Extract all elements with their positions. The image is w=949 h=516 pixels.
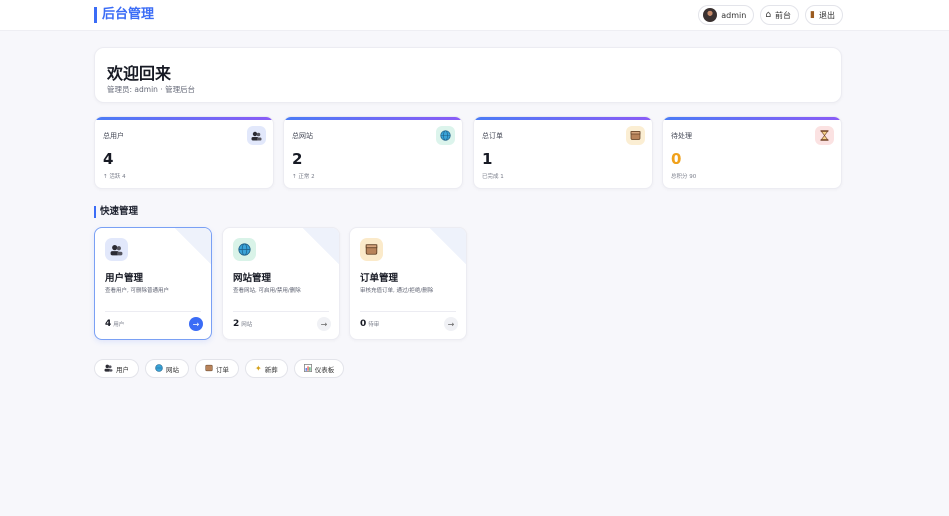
chip-label: 用户 bbox=[116, 365, 129, 374]
quick-card-title: 网站管理 bbox=[233, 273, 272, 284]
quick-card-users[interactable]: 用户管理 查看用户, 可删除普通用户 4 用户 → bbox=[94, 227, 212, 340]
hourglass-icon bbox=[815, 126, 834, 145]
chip-label: 订单 bbox=[216, 365, 229, 374]
stat-card-orders: 总订单 1 已完成 1 bbox=[473, 116, 653, 189]
chip-orders[interactable]: 订单 bbox=[195, 359, 239, 378]
avatar bbox=[703, 8, 718, 22]
quick-card-desc: 审核充值订单, 通过/拒绝/删除 bbox=[360, 288, 434, 294]
box-icon bbox=[360, 238, 383, 261]
globe-icon bbox=[436, 126, 455, 145]
top-bar: 后台管理 admin ⌂ 前台 ▮ 退出 bbox=[0, 0, 949, 31]
stat-label: 待处理 bbox=[671, 132, 692, 140]
welcome-subtitle: 管理员: admin · 管理后台 bbox=[107, 85, 196, 94]
chip-label: 新葬 bbox=[264, 365, 278, 374]
chip-new[interactable]: ✦ 新葬 bbox=[245, 359, 288, 378]
chip-users[interactable]: 用户 bbox=[94, 359, 139, 378]
globe-icon bbox=[233, 238, 256, 261]
user-menu[interactable]: admin bbox=[698, 5, 755, 25]
chip-sites[interactable]: 网站 bbox=[145, 359, 189, 378]
quick-card-count: 0 待审 bbox=[360, 319, 380, 329]
header-actions: admin ⌂ 前台 ▮ 退出 bbox=[698, 5, 843, 25]
quick-links: 用户 网站 订单 ✦ 新葬 仪表板 bbox=[94, 359, 345, 378]
stat-value: 0 bbox=[671, 150, 682, 168]
arrow-right-icon[interactable]: → bbox=[189, 317, 203, 331]
arrow-right-icon[interactable]: → bbox=[317, 317, 331, 331]
stat-note: ↑ 正常 2 bbox=[292, 174, 315, 180]
chip-label: 网站 bbox=[166, 365, 179, 374]
chart-icon bbox=[303, 363, 312, 374]
users-icon bbox=[104, 364, 113, 374]
users-icon bbox=[105, 238, 128, 261]
section-title-quick: 快速管理 bbox=[94, 206, 138, 218]
logout-button[interactable]: ▮ 退出 bbox=[805, 5, 843, 25]
stat-label: 总订单 bbox=[482, 132, 503, 140]
front-button[interactable]: ⌂ 前台 bbox=[760, 5, 800, 25]
users-icon bbox=[247, 126, 266, 145]
box-icon bbox=[626, 126, 645, 145]
chip-label: 仪表板 bbox=[314, 365, 335, 374]
quick-card-count: 2 网站 bbox=[233, 319, 253, 329]
stat-value: 1 bbox=[482, 150, 493, 168]
welcome-card: 欢迎回来 管理员: admin · 管理后台 bbox=[94, 47, 842, 103]
welcome-title: 欢迎回来 bbox=[107, 64, 172, 83]
stat-card-sites: 总网站 2 ↑ 正常 2 bbox=[283, 116, 463, 189]
stat-note: 总积分 90 bbox=[671, 174, 697, 180]
brand-title[interactable]: 后台管理 bbox=[94, 7, 154, 23]
quick-card-sites[interactable]: 网站管理 查看网站, 可启用/禁用/删除 2 网站 → bbox=[222, 227, 340, 340]
front-button-label: 前台 bbox=[775, 10, 792, 20]
stat-value: 2 bbox=[292, 150, 303, 168]
quick-card-orders[interactable]: 订单管理 审核充值订单, 通过/拒绝/删除 0 待审 → bbox=[349, 227, 467, 340]
home-icon: ⌂ bbox=[765, 9, 772, 20]
stat-card-pending: 待处理 0 总积分 90 bbox=[662, 116, 842, 189]
stat-card-users: 总用户 4 ↑ 活跃 4 bbox=[94, 116, 274, 189]
box-icon bbox=[205, 364, 213, 374]
stat-label: 总网站 bbox=[292, 132, 313, 140]
door-icon: ▮ bbox=[810, 9, 815, 20]
quick-card-title: 订单管理 bbox=[360, 273, 399, 284]
arrow-right-icon[interactable]: → bbox=[444, 317, 458, 331]
quick-card-desc: 查看用户, 可删除普通用户 bbox=[105, 288, 169, 294]
stat-value: 4 bbox=[103, 150, 114, 168]
logout-button-label: 退出 bbox=[819, 10, 835, 20]
globe-icon bbox=[155, 363, 163, 374]
sparkle-icon: ✦ bbox=[255, 363, 262, 373]
quick-card-title: 用户管理 bbox=[105, 273, 144, 284]
stat-note: 已完成 1 bbox=[482, 174, 504, 180]
stat-note: ↑ 活跃 4 bbox=[103, 174, 126, 180]
quick-card-count: 4 用户 bbox=[105, 319, 125, 329]
chip-dashboard[interactable]: 仪表板 bbox=[293, 359, 345, 378]
user-name: admin bbox=[721, 10, 747, 20]
quick-card-desc: 查看网站, 可启用/禁用/删除 bbox=[233, 288, 301, 294]
stat-label: 总用户 bbox=[103, 132, 124, 140]
